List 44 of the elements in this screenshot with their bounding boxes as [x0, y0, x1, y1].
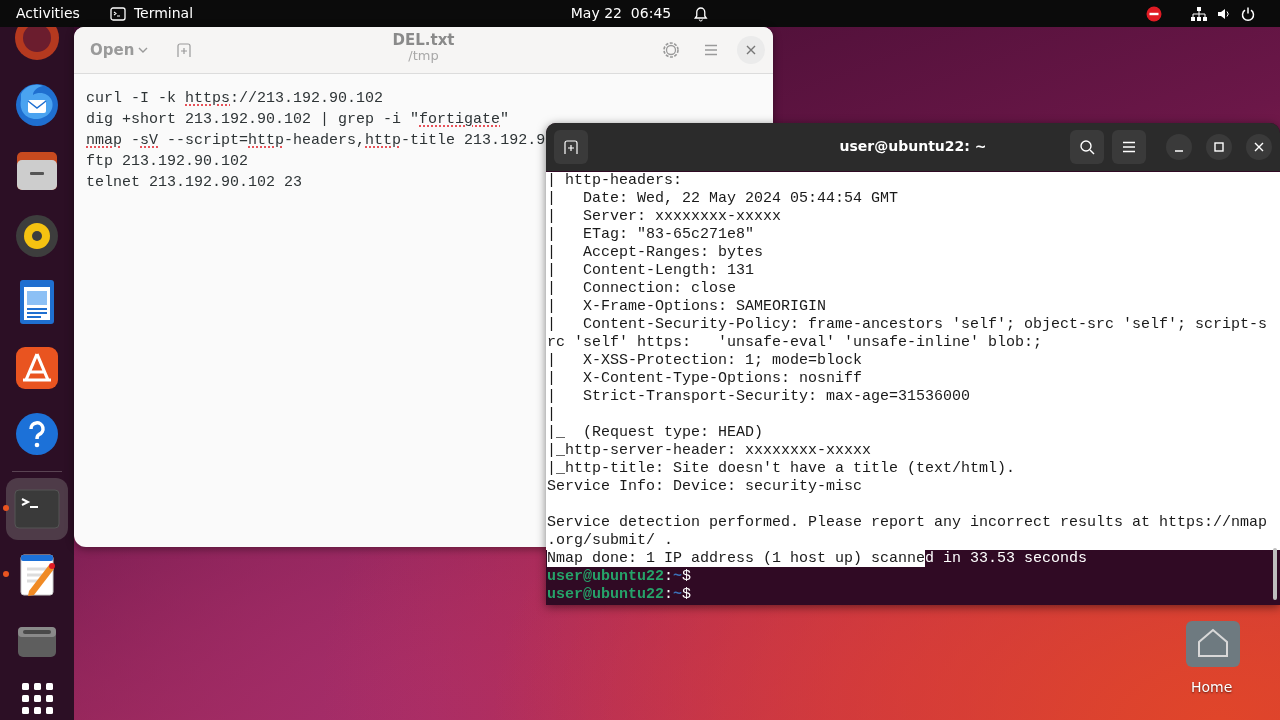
- text-line: curl -I -k https://213.192.90.102: [86, 89, 384, 109]
- prompt-line: user@ubuntu22:~$: [546, 586, 693, 604]
- terminal-icon: [109, 6, 126, 21]
- menu-button[interactable]: [1112, 130, 1146, 164]
- speaker-icon: [13, 212, 61, 260]
- close-button[interactable]: [1246, 134, 1272, 160]
- clock-date[interactable]: May 22 06:45: [570, 3, 672, 24]
- menu-icon: [1122, 141, 1136, 153]
- activities-button[interactable]: Activities: [16, 3, 80, 24]
- bell-icon[interactable]: [693, 5, 710, 22]
- home-folder-icon[interactable]: [1185, 620, 1241, 668]
- terminal-line: Nmap done: 1 IP address (1 host up) scanned in 33.53 seconds: [547, 550, 1088, 567]
- do-not-disturb-icon[interactable]: [1146, 5, 1162, 22]
- window-title: user@ubuntu22: ~: [839, 137, 987, 156]
- text-line: ftp 213.192.90.102: [86, 152, 249, 172]
- app-menu-label[interactable]: Terminal: [133, 3, 194, 24]
- shopping-bag-icon: [13, 344, 61, 392]
- maximize-button[interactable]: [1206, 134, 1232, 160]
- file-path: /tmp: [407, 49, 440, 65]
- scrollbar[interactable]: [1273, 548, 1277, 600]
- network-icon[interactable]: [1190, 5, 1208, 22]
- close-icon: [746, 45, 756, 55]
- desktop-icon-label[interactable]: Home: [1191, 677, 1233, 698]
- minimize-icon: [1175, 150, 1183, 152]
- new-tab-icon: [563, 139, 579, 155]
- maximize-icon: [1214, 142, 1224, 152]
- settings-icon: [662, 41, 680, 59]
- minimize-button[interactable]: [1166, 134, 1192, 160]
- search-button[interactable]: [1070, 130, 1104, 164]
- app-grid-icon[interactable]: [21, 682, 53, 714]
- text-line: telnet 213.192.90.102 23: [86, 173, 303, 193]
- power-icon[interactable]: [1240, 5, 1256, 22]
- browser-icon: [13, 27, 61, 62]
- new-tab-icon: [176, 42, 193, 58]
- caret-icon: [138, 47, 149, 53]
- text-line: dig +short 213.192.90.102 | grep -i "fortigate": [86, 110, 510, 130]
- search-icon: [1079, 139, 1095, 155]
- menu-icon: [704, 44, 718, 56]
- text-line: nmap -sV --script=http-headers,http-title 213.192.9: [86, 131, 546, 151]
- new-tab-button[interactable]: [554, 130, 588, 164]
- close-icon: [1254, 142, 1264, 152]
- prompt-line: user@ubuntu22:~$: [546, 568, 693, 586]
- help-icon: [13, 410, 61, 458]
- window-title: DEL.txt: [392, 32, 455, 50]
